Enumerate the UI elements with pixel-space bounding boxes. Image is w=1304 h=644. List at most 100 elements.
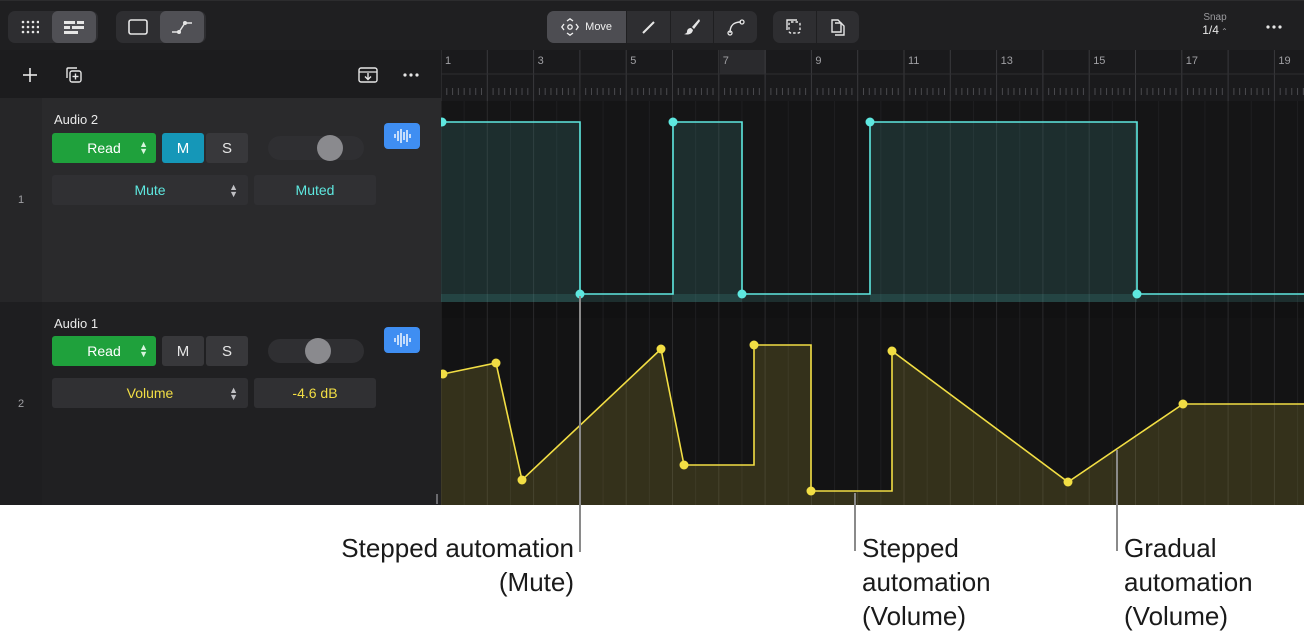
track-header-audio-1[interactable]: 2 Audio 1 Read ▲ ▼ M S Volume ▲ ▼ -4.6 dB (0, 302, 441, 505)
waveform-icon (394, 333, 411, 347)
track-controls: Audio 1 Read ▲ ▼ M S Volume ▲ ▼ -4.6 dB (42, 302, 441, 505)
curve-tool-icon (727, 19, 745, 36)
automation-curve-icon (172, 21, 192, 34)
automation-parameter-selector[interactable]: Volume ▲ ▼ (52, 378, 248, 408)
automation-view-button[interactable] (160, 11, 204, 43)
more-icon (1266, 25, 1282, 29)
automation-node (679, 460, 689, 470)
copy-document-icon (831, 19, 845, 36)
automation-node (749, 340, 759, 350)
track-controls: Audio 2 Read ▲ ▼ M S Mute ▲ ▼ Muted (42, 98, 441, 302)
parameter-label: Volume (126, 385, 174, 401)
solo-button[interactable]: S (206, 133, 248, 163)
tool-group: Move (547, 11, 757, 43)
volume-knob[interactable] (317, 135, 343, 161)
parameter-value[interactable]: Muted (254, 175, 376, 205)
track-name: Audio 1 (54, 316, 99, 331)
automation-node (737, 289, 747, 299)
copy-button[interactable] (815, 11, 859, 43)
callout-line: automation (1124, 567, 1253, 597)
brush-tool-button[interactable] (669, 11, 714, 43)
automation-lanes[interactable] (437, 101, 1304, 505)
grid-view-button[interactable] (8, 11, 52, 43)
bar-number: 15 (1093, 55, 1105, 67)
automation-node (656, 344, 666, 354)
track-list-header (0, 50, 441, 98)
callout-leader-gradual-volume (1116, 450, 1118, 551)
tracks-view-button[interactable] (52, 11, 96, 43)
automation-node (668, 117, 678, 127)
bar-number: 5 (630, 55, 636, 67)
callout-leader-mute (579, 296, 581, 552)
callout-line: automation (862, 567, 991, 597)
automation-mode-label: Read (87, 140, 121, 156)
move-tool-label: Move (585, 21, 613, 33)
snap-selector[interactable]: Snap 1/4 ⌃ (1190, 11, 1240, 38)
pencil-tool-button[interactable] (626, 11, 670, 43)
track-list-more-button[interactable] (398, 62, 424, 88)
track-name: Audio 2 (54, 112, 99, 127)
audio-waveform-button[interactable] (384, 123, 420, 149)
region-select-button[interactable] (773, 11, 816, 43)
automation-node (1063, 477, 1073, 487)
plus-icon (23, 68, 37, 82)
volume-knob[interactable] (305, 338, 331, 364)
volume-slider[interactable] (268, 135, 364, 161)
toolbar: Move Snap 1/4 ⌃ (0, 0, 1304, 51)
grid-view-icon (21, 20, 39, 34)
track-number: 1 (17, 194, 25, 206)
parameter-value[interactable]: -4.6 dB (254, 378, 376, 408)
up-down-chevron-icon: ▲ ▼ (229, 182, 238, 199)
up-down-chevron-icon: ▲ ▼ (139, 342, 148, 359)
lane-gap (441, 302, 1304, 318)
bar-number: 19 (1278, 55, 1290, 67)
duplicate-icon (66, 67, 82, 83)
up-down-chevron-icon: ▲ ▼ (139, 139, 148, 156)
editor-mode-group (116, 11, 206, 43)
add-track-button[interactable] (17, 62, 43, 88)
snap-value: 1/4 (1202, 23, 1219, 37)
callout-leader-stepped-volume (854, 493, 856, 551)
callout-gradual-volume: Gradual automation (Volume) (1124, 531, 1253, 633)
move-tool-button[interactable]: Move (547, 11, 627, 43)
rectangle-view-button[interactable] (116, 11, 160, 43)
mute-fill-base (441, 294, 1304, 302)
track-list-scroll-handle[interactable] (436, 494, 438, 504)
mute-button[interactable]: M (162, 336, 204, 366)
callout-line: Gradual (1124, 533, 1217, 563)
snap-chevron-icon: ⌃ (1218, 27, 1228, 36)
duplicate-track-button[interactable] (61, 62, 87, 88)
bar-number: 17 (1186, 55, 1198, 67)
automation-mode-button[interactable]: Read ▲ ▼ (52, 336, 156, 366)
mute-fill-region (673, 122, 742, 302)
bar-ruler[interactable]: 1 3 5 7 9 11 13 15 17 19 (441, 50, 1304, 101)
mute-button[interactable]: M (162, 133, 204, 163)
bar-number: 3 (538, 55, 544, 67)
edit-group (773, 11, 859, 43)
pencil-icon (641, 21, 655, 34)
curve-tool-button[interactable] (713, 11, 757, 43)
automation-mode-button[interactable]: Read ▲ ▼ (52, 133, 156, 163)
rectangle-view-icon (128, 19, 148, 35)
track-number: 2 (17, 397, 25, 410)
callout-line: (Volume) (862, 601, 967, 631)
bar-number: 13 (1001, 55, 1013, 67)
mute-fill-region (870, 122, 1137, 302)
track-header-audio-2[interactable]: 1 Audio 2 Read ▲ ▼ M S Mute ▲ ▼ Muted (0, 98, 441, 302)
automation-mode-label: Read (87, 343, 121, 359)
automation-node (1132, 289, 1142, 299)
volume-slider[interactable] (268, 338, 364, 364)
audio-waveform-button[interactable] (384, 327, 420, 353)
mute-fill-region (441, 122, 580, 302)
automation-node (491, 358, 501, 368)
solo-button[interactable]: S (206, 336, 248, 366)
callout-stepped-mute: Stepped automation (Mute) (300, 531, 574, 599)
automation-lanes-canvas (437, 101, 1304, 505)
import-button[interactable] (355, 62, 381, 88)
automation-parameter-selector[interactable]: Mute ▲ ▼ (52, 175, 248, 205)
up-down-chevron-icon: ▲ ▼ (229, 385, 238, 402)
waveform-icon (394, 129, 411, 143)
more-button[interactable] (1258, 15, 1290, 39)
bar-number: 11 (908, 55, 919, 67)
bar-number: 7 (723, 55, 729, 67)
